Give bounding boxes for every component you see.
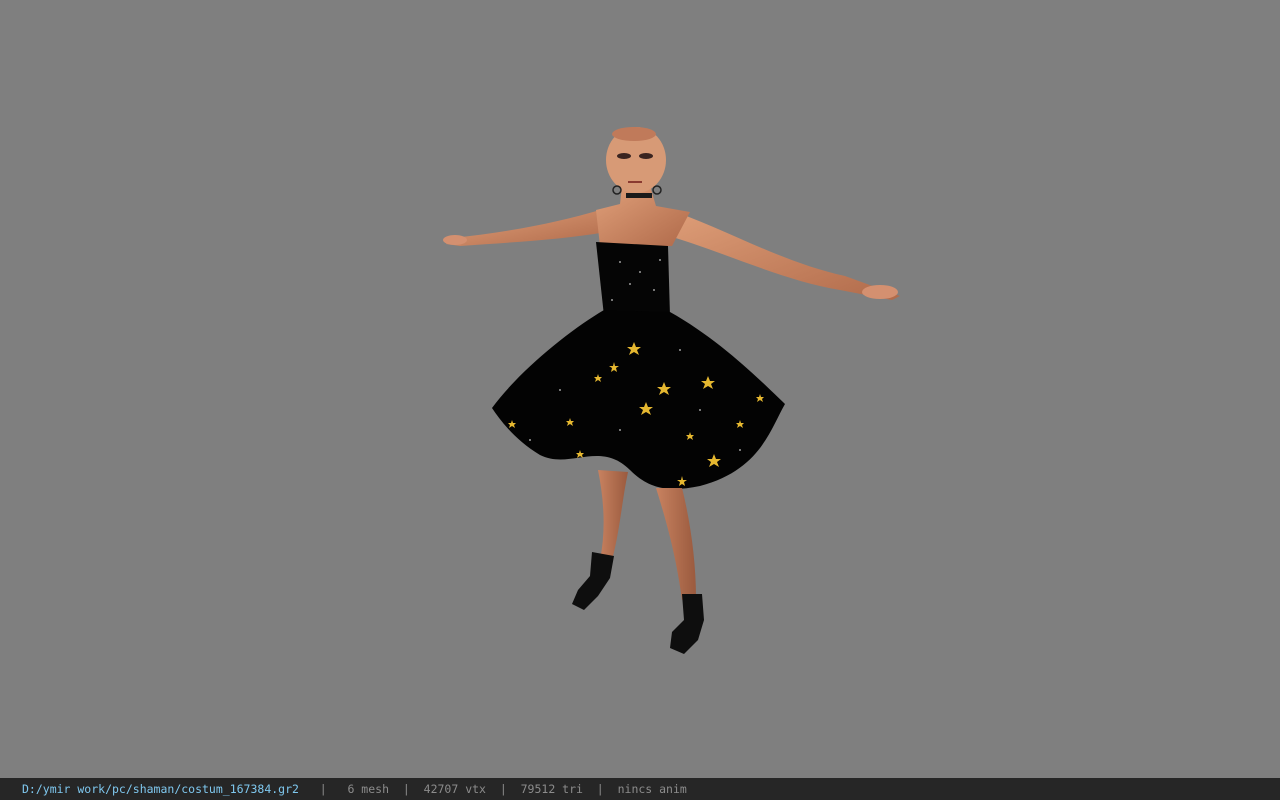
status-bar: D:/ymir work/pc/shaman/costum_167384.gr2… — [0, 778, 1280, 800]
separator: | — [499, 782, 507, 796]
3d-viewport[interactable] — [0, 0, 1280, 778]
separator: | — [596, 782, 604, 796]
character-model — [443, 127, 900, 654]
separator: | — [402, 782, 410, 796]
triangle-count: 79512 tri — [520, 782, 583, 796]
vertex-count: 42707 vtx — [423, 782, 486, 796]
file-path: D:/ymir work/pc/shaman/costum_167384.gr2 — [22, 782, 299, 796]
animation-status: nincs anim — [617, 782, 687, 796]
mesh-count: 6 mesh — [347, 782, 389, 796]
separator: | — [319, 782, 327, 796]
